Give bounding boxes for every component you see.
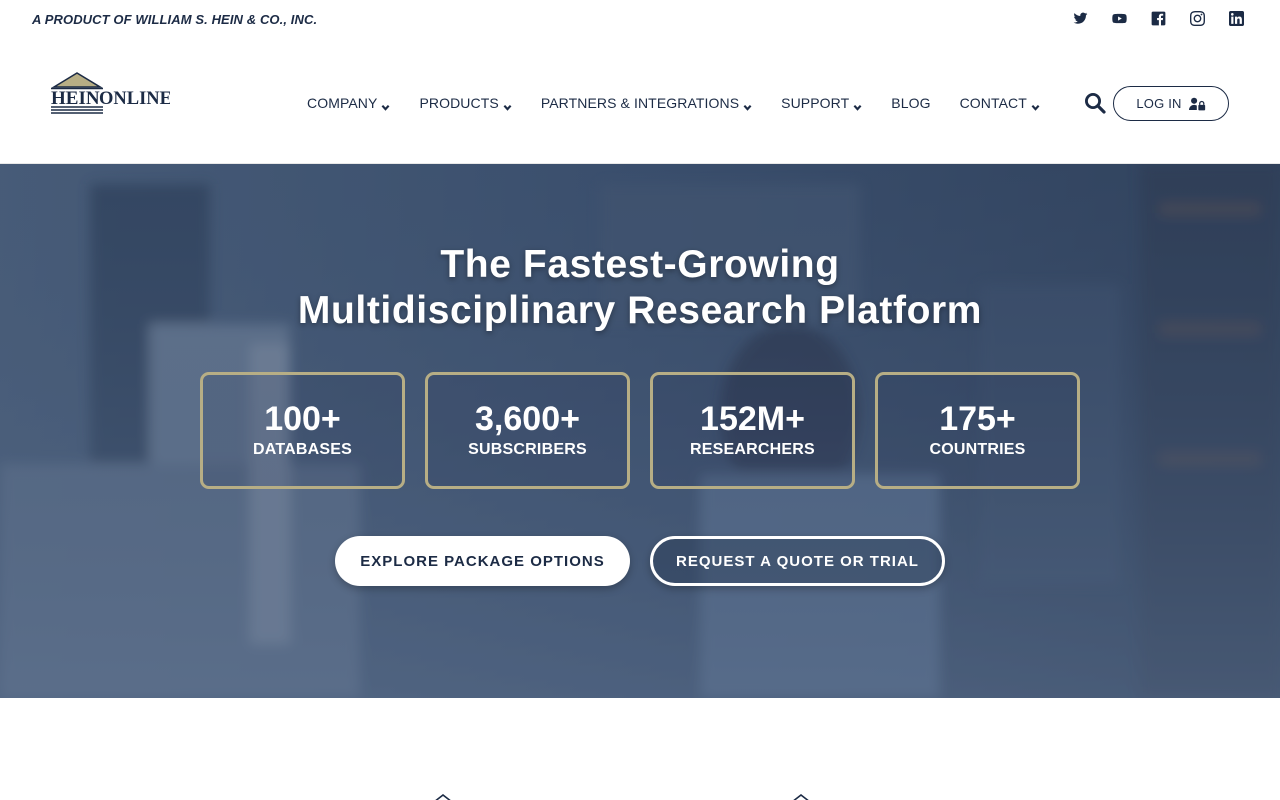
chevron-down-icon — [743, 99, 752, 111]
nav-company-label: COMPANY — [307, 95, 378, 111]
search-icon[interactable] — [1084, 92, 1106, 114]
nav-products[interactable]: PRODUCTS — [419, 95, 512, 111]
below-fold-section — [0, 698, 1280, 800]
chevron-down-icon — [503, 99, 512, 111]
nav-blog[interactable]: BLOG — [891, 95, 930, 111]
logo-text-online: ONLINE — [99, 89, 170, 109]
logo-text-hein: HEIN — [51, 88, 100, 109]
heinonline-logo[interactable]: HEIN ONLINE — [48, 72, 172, 116]
youtube-icon[interactable] — [1100, 9, 1139, 27]
nav-company[interactable]: COMPANY — [307, 95, 390, 111]
facebook-icon[interactable] — [1139, 9, 1178, 27]
main-nav: COMPANY PRODUCTS PARTNERS & INTEGRATIONS… — [307, 95, 1069, 111]
main-header: HEIN ONLINE COMPANY PRODUCTS PARTNERS & … — [0, 43, 1280, 164]
chevron-down-icon — [853, 99, 862, 111]
company-tagline: A PRODUCT OF WILLIAM S. HEIN & CO., INC. — [32, 12, 318, 27]
nav-partners-label: PARTNERS & INTEGRATIONS — [540, 95, 740, 111]
pillar-icon — [435, 794, 451, 800]
chevron-down-icon — [381, 99, 390, 111]
stat-researchers: 152M+ RESEARCHERS — [650, 372, 855, 489]
nav-products-label: PRODUCTS — [419, 95, 499, 111]
stat-label: COUNTRIES — [929, 441, 1026, 458]
user-lock-icon — [1188, 97, 1205, 110]
nav-contact[interactable]: CONTACT — [960, 95, 1040, 111]
nav-support-label: SUPPORT — [781, 95, 850, 111]
heinonline-logo-graphic: HEIN ONLINE — [51, 72, 172, 114]
twitter-icon[interactable] — [1061, 9, 1100, 27]
social-links — [1061, 9, 1256, 27]
top-bar: A PRODUCT OF WILLIAM S. HEIN & CO., INC. — [0, 0, 1280, 43]
nav-partners-integrations[interactable]: PARTNERS & INTEGRATIONS — [541, 95, 752, 111]
hero-title: The Fastest-Growing Multidisciplinary Re… — [0, 242, 1280, 334]
stat-databases: 100+ DATABASES — [200, 372, 405, 489]
hero-title-line2: Multidisciplinary Research Platform — [297, 289, 983, 332]
linkedin-icon[interactable] — [1217, 9, 1256, 27]
login-label: LOG IN — [1136, 96, 1182, 111]
stat-subscribers: 3,600+ SUBSCRIBERS — [425, 372, 630, 489]
stat-number: 152M+ — [700, 400, 805, 438]
stat-label: SUBSCRIBERS — [468, 441, 587, 458]
stat-number: 3,600+ — [475, 400, 580, 438]
stat-number: 175+ — [939, 400, 1016, 438]
hero-section: The Fastest-Growing Multidisciplinary Re… — [0, 164, 1280, 698]
stat-label: RESEARCHERS — [690, 441, 815, 458]
instagram-icon[interactable] — [1178, 9, 1217, 27]
nav-contact-label: CONTACT — [959, 95, 1027, 111]
explore-packages-button[interactable]: EXPLORE PACKAGE OPTIONS — [335, 536, 630, 586]
login-button[interactable]: LOG IN — [1113, 86, 1229, 121]
request-quote-button[interactable]: REQUEST A QUOTE OR TRIAL — [650, 536, 945, 586]
hero-title-line1: The Fastest-Growing — [440, 243, 840, 286]
stat-countries: 175+ COUNTRIES — [875, 372, 1080, 489]
nav-blog-label: BLOG — [891, 95, 931, 111]
stat-number: 100+ — [264, 400, 341, 438]
stats-row: 100+ DATABASES 3,600+ SUBSCRIBERS 152M+ … — [200, 372, 1080, 489]
stat-label: DATABASES — [253, 441, 352, 458]
pillar-icon — [793, 794, 809, 800]
nav-support[interactable]: SUPPORT — [781, 95, 862, 111]
chevron-down-icon — [1031, 99, 1040, 111]
